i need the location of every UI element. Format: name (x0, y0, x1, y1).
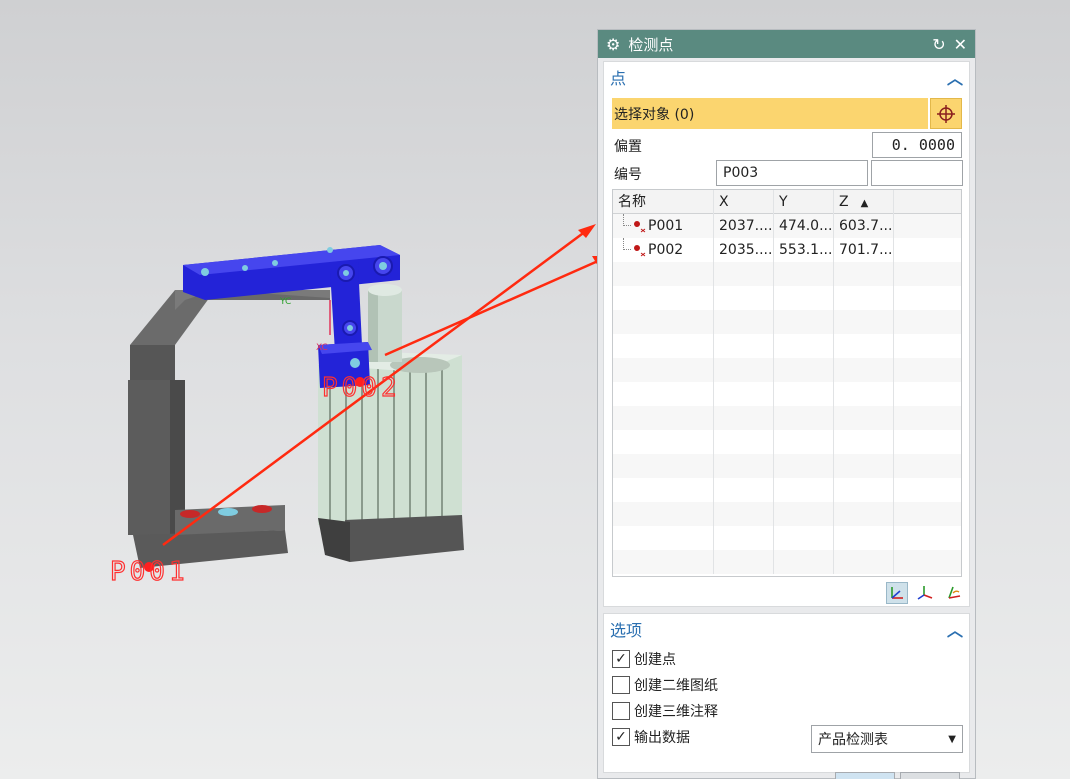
col-z[interactable]: Z ▲ (834, 190, 894, 214)
col-name[interactable]: 名称 (613, 190, 714, 214)
table-row (613, 406, 961, 430)
table-row (613, 262, 961, 286)
table-row (613, 502, 961, 526)
checkbox[interactable]: ✓ (612, 650, 630, 668)
checkbox[interactable] (612, 676, 630, 694)
point-y-cell: 553.1... (774, 238, 834, 262)
table-row (613, 382, 961, 406)
point-group-header: 点 (610, 69, 627, 88)
collapse-options-group-icon[interactable]: ︿ (947, 617, 963, 641)
gear-icon[interactable]: ⚙ (606, 35, 620, 54)
p001-label: P001 (110, 557, 189, 587)
point-z-cell: 701.7... (834, 238, 894, 262)
table-row (613, 310, 961, 334)
options-group-header: 选项 (610, 621, 643, 640)
xc-axis-label: XC (316, 343, 328, 353)
point-icon (634, 245, 646, 257)
table-row (613, 478, 961, 502)
close-icon[interactable]: ✕ (954, 35, 967, 54)
option-label: 创建点 (634, 652, 676, 668)
csys-edit-icon[interactable] (942, 582, 964, 604)
table-row (613, 358, 961, 382)
select-object-row[interactable]: 选择对象 (0) (612, 98, 928, 129)
table-row (613, 454, 961, 478)
crosshair-icon (937, 104, 955, 123)
checkbox[interactable]: ✓ (612, 728, 630, 746)
point-dialog-button[interactable] (930, 98, 962, 129)
export-format-value: 产品检测表 (818, 732, 888, 748)
point-name: P001 (648, 218, 684, 234)
point-z-cell: 603.7... (834, 214, 894, 238)
code-suffix-input[interactable] (871, 160, 963, 186)
ok-button[interactable] (835, 772, 895, 779)
create-point-option[interactable]: ✓ 创建点 (612, 649, 676, 669)
col-z-label: Z (839, 193, 849, 210)
point-y-cell: 474.0... (774, 214, 834, 238)
code-label: 编号 (614, 167, 642, 183)
point-x-cell: 2037.... (714, 214, 774, 238)
options-group: 选项 ︿ ✓ 创建点 创建二维图纸 创建三维注释 ✓ 输出数据 产品检测表 ▼ (603, 613, 970, 773)
inspection-point-dialog: ⚙ 检测点 ↻ ✕ 点 ︿ 选择对象 (0) 偏置 0. 0000 编号 P00… (597, 29, 976, 779)
option-label: 创建二维图纸 (634, 678, 718, 694)
table-row (613, 526, 961, 550)
dialog-title: 检测点 (628, 35, 674, 54)
dropdown-arrow-icon: ▼ (948, 733, 956, 745)
point-table[interactable]: 名称 X Y Z ▲ P001 2037.... 474.0... 603.7... P0… (612, 189, 962, 577)
col-x[interactable]: X (714, 190, 774, 214)
point-group: 点 ︿ 选择对象 (0) 偏置 0. 0000 编号 P003 名称 X Y Z… (603, 61, 970, 607)
point-name: P002 (648, 242, 684, 258)
tree-connector (623, 214, 631, 226)
table-row[interactable]: P001 2037.... 474.0... 603.7... (613, 214, 961, 238)
offset-label: 偏置 (614, 139, 642, 155)
apply-button[interactable] (900, 772, 960, 779)
yc-axis-label: YC (279, 297, 291, 307)
tree-connector (623, 238, 631, 250)
col-y[interactable]: Y (774, 190, 834, 214)
option-label: 输出数据 (634, 730, 690, 746)
option-label: 创建三维注释 (634, 704, 718, 720)
dialog-titlebar[interactable]: ⚙ 检测点 ↻ ✕ (598, 30, 975, 58)
point-name-cell: P001 (613, 214, 714, 238)
code-input[interactable]: P003 (716, 160, 868, 186)
c-bracket (128, 290, 330, 568)
point-icon (634, 221, 646, 233)
offset-input[interactable]: 0. 0000 (872, 132, 962, 158)
export-format-select[interactable]: 产品检测表 ▼ (811, 725, 963, 753)
table-row (613, 550, 961, 574)
select-object-label: 选择对象 (0) (614, 106, 695, 123)
checkbox[interactable] (612, 702, 630, 720)
p002-label: P002 (322, 373, 401, 403)
create-3d-annotation-option[interactable]: 创建三维注释 (612, 701, 718, 721)
table-row[interactable]: P002 2035.... 553.1... 701.7... (613, 238, 961, 262)
table-row (613, 286, 961, 310)
collapse-point-group-icon[interactable]: ︿ (947, 65, 963, 89)
create-2d-drawing-option[interactable]: 创建二维图纸 (612, 675, 718, 695)
table-header: 名称 X Y Z ▲ (613, 190, 961, 214)
export-data-option[interactable]: ✓ 输出数据 (612, 727, 690, 747)
wcs-view-icon[interactable] (886, 582, 908, 604)
point-name-cell: P002 (613, 238, 714, 262)
table-row (613, 334, 961, 358)
sort-asc-icon: ▲ (860, 197, 869, 209)
absolute-csys-icon[interactable] (914, 582, 936, 604)
clamp-arm (183, 245, 400, 388)
table-row (613, 430, 961, 454)
reset-icon[interactable]: ↻ (932, 35, 945, 54)
point-x-cell: 2035.... (714, 238, 774, 262)
